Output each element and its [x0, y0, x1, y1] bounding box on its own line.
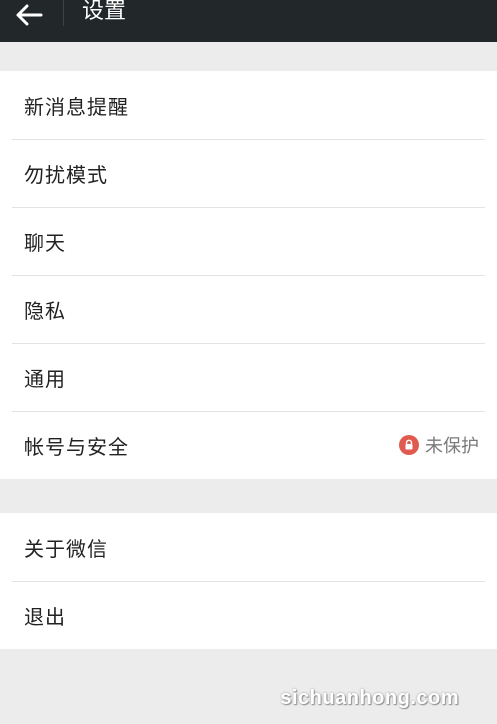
- settings-group-main: 新消息提醒 勿扰模式 聊天 隐私 通用 帐号与安全 未保护: [0, 71, 497, 479]
- settings-item-general[interactable]: 通用: [0, 343, 497, 411]
- settings-item-label: 退出: [24, 604, 66, 629]
- settings-item-do-not-disturb[interactable]: 勿扰模式: [0, 139, 497, 207]
- settings-item-label: 关于微信: [24, 536, 108, 561]
- settings-item-label: 通用: [24, 366, 66, 391]
- top-bar: 设置: [0, 0, 497, 42]
- watermark: sichuanhong.com: [280, 687, 459, 709]
- status-text: 未保护: [425, 436, 479, 457]
- settings-group-secondary: 关于微信 退出: [0, 513, 497, 649]
- settings-item-privacy[interactable]: 隐私: [0, 275, 497, 343]
- settings-item-logout[interactable]: 退出: [0, 581, 497, 649]
- page-title: 设置: [82, 0, 127, 24]
- header-divider: [63, 0, 64, 26]
- security-status: 未保护: [399, 432, 479, 458]
- settings-item-label: 新消息提醒: [24, 94, 129, 119]
- settings-item-chat[interactable]: 聊天: [0, 207, 497, 275]
- settings-item-label: 勿扰模式: [24, 162, 108, 187]
- settings-item-label: 聊天: [24, 230, 66, 255]
- settings-item-new-message-notifications[interactable]: 新消息提醒: [0, 71, 497, 139]
- lock-icon: [399, 435, 419, 455]
- back-button[interactable]: [8, 0, 50, 30]
- settings-item-label: 隐私: [24, 298, 66, 323]
- arrow-left-icon: [16, 4, 43, 26]
- settings-item-label: 帐号与安全: [24, 434, 129, 459]
- settings-item-about[interactable]: 关于微信: [0, 513, 497, 581]
- settings-item-account-security[interactable]: 帐号与安全 未保护: [0, 411, 497, 479]
